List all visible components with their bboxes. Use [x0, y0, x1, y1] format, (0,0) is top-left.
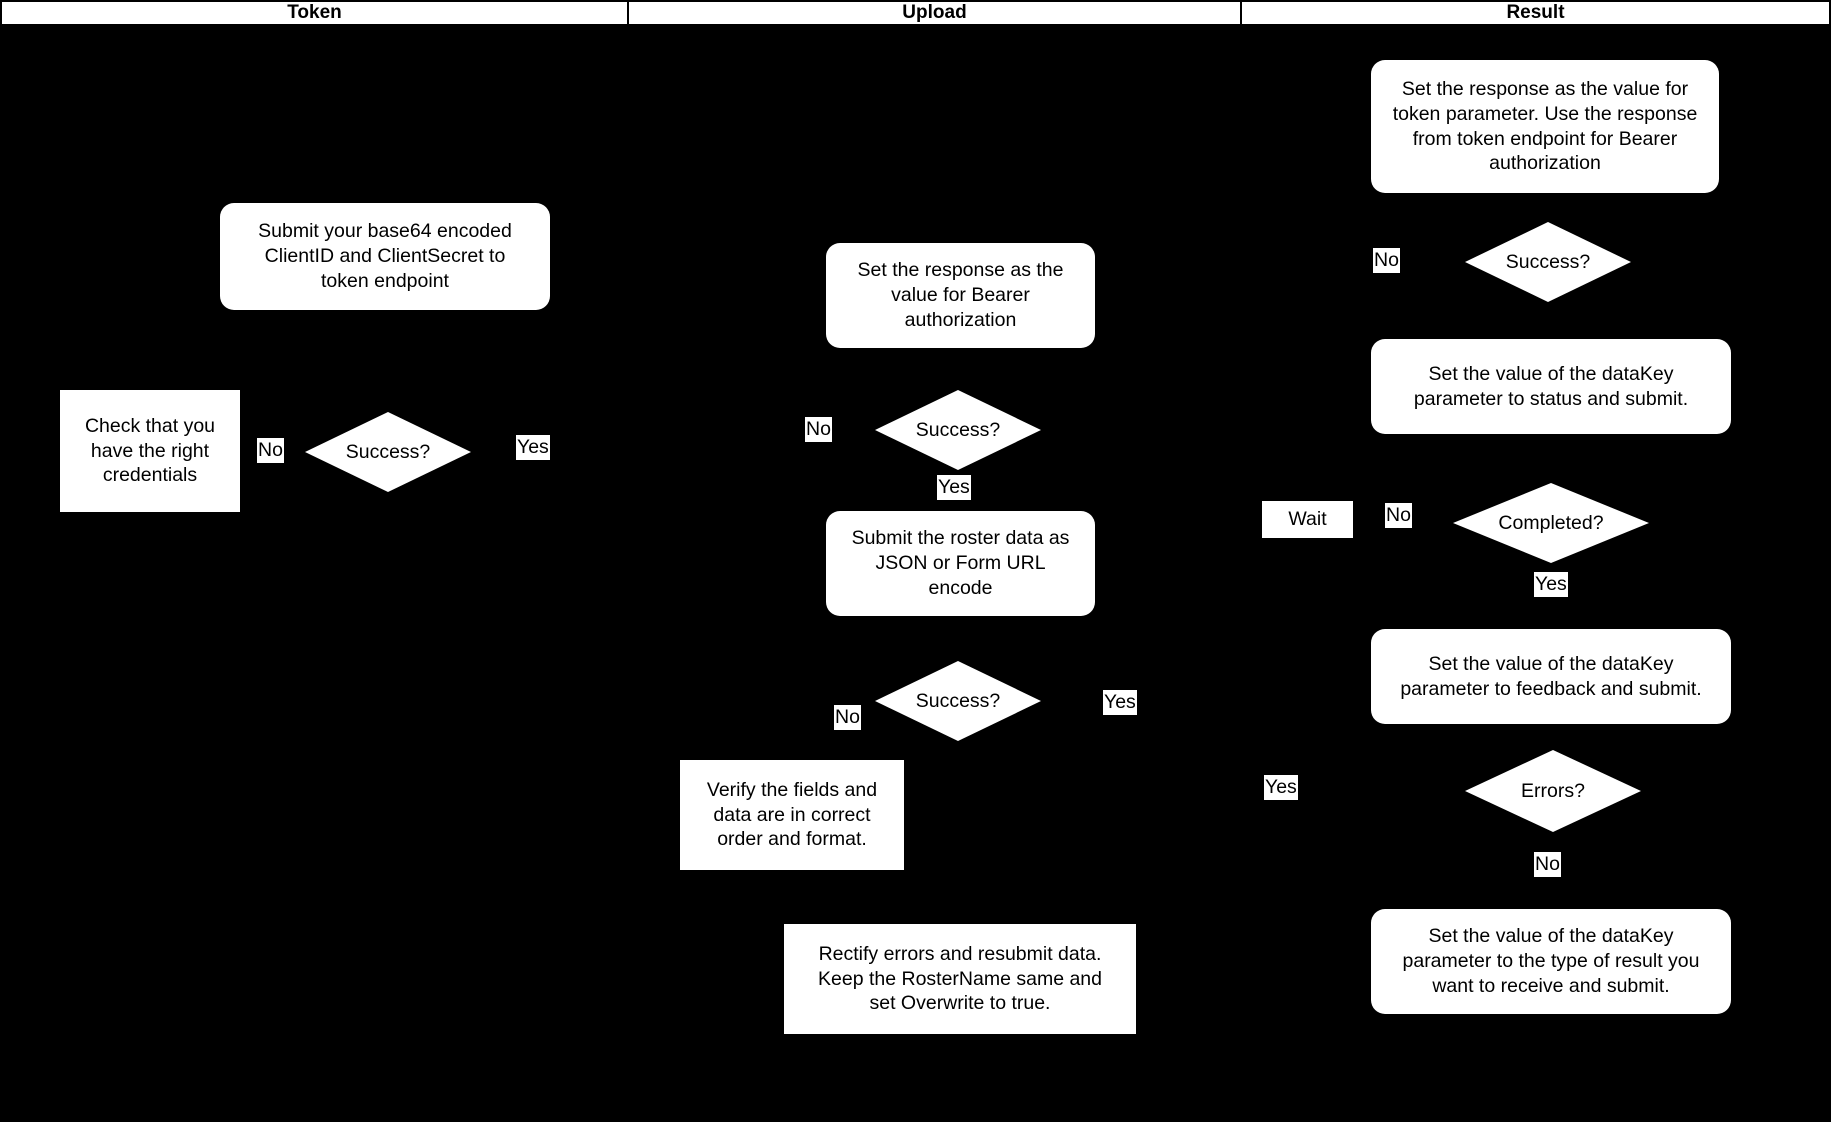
lane-header-token: Token: [2, 2, 627, 24]
decision-token-success[interactable]: Success?: [305, 412, 471, 492]
node-verify-fields-text: Verify the fields and data are in correc…: [706, 778, 878, 851]
flowchart-canvas: Token Upload Result Submit your base64 e…: [0, 0, 1831, 1122]
node-datakey-feedback-text: Set the value of the dataKey parameter t…: [1400, 652, 1702, 700]
decision-result-errors-label: Errors?: [1521, 779, 1585, 802]
decision-result-completed[interactable]: Completed?: [1453, 483, 1649, 563]
edge-label-upload-auth-success-no: No: [805, 417, 832, 442]
node-submit-credentials[interactable]: Submit your base64 encoded ClientID and …: [220, 203, 550, 310]
node-check-credentials[interactable]: Check that you have the right credential…: [60, 390, 240, 512]
lane-header-upload-label: Upload: [902, 2, 967, 23]
node-submit-roster-data[interactable]: Submit the roster data as JSON or Form U…: [826, 511, 1095, 616]
edge-label-upload-submit-success-yes: Yes: [1103, 690, 1137, 715]
decision-result-success-label: Success?: [1505, 250, 1591, 273]
node-datakey-status-text: Set the value of the dataKey parameter t…: [1413, 362, 1689, 410]
edge-label-token-success-yes: Yes: [516, 435, 550, 460]
decision-result-errors[interactable]: Errors?: [1465, 750, 1641, 832]
node-set-token-parameter[interactable]: Set the response as the value for token …: [1371, 60, 1719, 193]
lane-header-result: Result: [1242, 2, 1829, 24]
node-set-bearer-auth-text: Set the response as the value for Bearer…: [857, 259, 1064, 331]
edge-label-result-completed-no: No: [1385, 503, 1412, 528]
edge-label-upload-auth-success-yes: Yes: [937, 475, 971, 500]
decision-token-success-label: Success?: [345, 440, 431, 463]
node-rectify-errors[interactable]: Rectify errors and resubmit data. Keep t…: [784, 924, 1136, 1034]
lane-header-token-label: Token: [287, 2, 342, 23]
edge-label-result-completed-yes: Yes: [1534, 572, 1568, 597]
edge-label-result-success-no: No: [1373, 248, 1400, 273]
edge-label-token-success-no: No: [257, 438, 284, 463]
edge-label-upload-submit-success-no: No: [834, 705, 861, 730]
decision-upload-submit-success-label: Success?: [915, 689, 1001, 712]
edge-label-result-errors-no: No: [1534, 852, 1561, 877]
lane-header-upload: Upload: [629, 2, 1240, 24]
node-submit-credentials-text: Submit your base64 encoded ClientID and …: [258, 220, 512, 292]
lane-header-band: Token Upload Result: [0, 0, 1831, 28]
node-datakey-result-type[interactable]: Set the value of the dataKey parameter t…: [1371, 909, 1731, 1014]
decision-upload-auth-success[interactable]: Success?: [875, 390, 1041, 470]
edge-label-result-errors-yes: Yes: [1264, 775, 1298, 800]
node-wait-text: Wait: [1288, 508, 1327, 531]
node-rectify-errors-text: Rectify errors and resubmit data. Keep t…: [818, 942, 1102, 1015]
decision-upload-submit-success[interactable]: Success?: [875, 661, 1041, 741]
node-check-credentials-text: Check that you have the right credential…: [84, 414, 216, 487]
decision-result-completed-label: Completed?: [1498, 511, 1604, 534]
node-set-token-parameter-text: Set the response as the value for token …: [1392, 77, 1698, 175]
decision-result-success[interactable]: Success?: [1465, 222, 1631, 302]
lane-header-result-label: Result: [1506, 2, 1565, 23]
node-set-bearer-auth[interactable]: Set the response as the value for Bearer…: [826, 243, 1095, 348]
node-verify-fields[interactable]: Verify the fields and data are in correc…: [680, 760, 904, 870]
node-datakey-result-type-text: Set the value of the dataKey parameter t…: [1402, 925, 1700, 997]
node-submit-roster-data-text: Submit the roster data as JSON or Form U…: [851, 527, 1070, 599]
node-datakey-feedback[interactable]: Set the value of the dataKey parameter t…: [1371, 629, 1731, 724]
node-wait[interactable]: Wait: [1262, 501, 1353, 538]
node-datakey-status[interactable]: Set the value of the dataKey parameter t…: [1371, 339, 1731, 434]
decision-upload-auth-success-label: Success?: [915, 418, 1001, 441]
